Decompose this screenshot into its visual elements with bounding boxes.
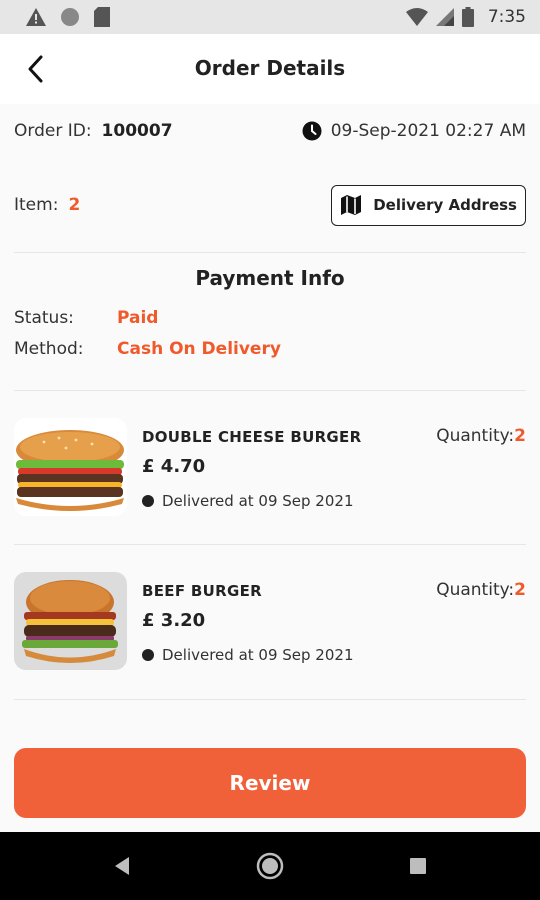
quantity-label: Quantity: xyxy=(436,426,515,446)
product-price: £ 3.20 xyxy=(142,610,206,631)
warning-icon xyxy=(26,8,46,26)
battery-icon xyxy=(461,7,474,27)
triangle-back-icon xyxy=(115,857,129,875)
quantity-label: Quantity: xyxy=(436,580,515,600)
quantity-value: 2 xyxy=(514,426,526,446)
status-time: 7:35 xyxy=(487,7,526,27)
wifi-icon xyxy=(405,8,428,26)
record-icon xyxy=(61,8,79,26)
delivery-status-text: Delivered at 09 Sep 2021 xyxy=(162,646,354,664)
product-name: BEEF BURGER xyxy=(142,582,262,600)
burger-image xyxy=(22,580,118,663)
divider xyxy=(14,390,526,391)
review-button[interactable]: Review xyxy=(14,748,526,818)
payment-method-label: Method: xyxy=(14,339,84,359)
items-row: Item: 2 Delivery Address xyxy=(14,184,526,226)
items-count: 2 xyxy=(68,195,81,215)
order-id-value: 100007 xyxy=(101,121,173,141)
order-id-label: Order ID: xyxy=(14,121,92,141)
status-icons-right: 7:35 xyxy=(405,7,526,27)
payment-method-value: Cash On Delivery xyxy=(117,339,281,359)
divider xyxy=(14,252,526,253)
system-nav-bar xyxy=(0,832,540,900)
product-image-double-cheese-burger xyxy=(14,418,127,516)
order-id-row: Order ID: 100007 09-Sep-2021 02:27 AM xyxy=(14,118,526,144)
payment-status-row: Status: Paid xyxy=(14,305,526,331)
status-dot-icon xyxy=(142,495,154,507)
map-icon xyxy=(341,195,362,215)
square-recent-icon xyxy=(410,858,426,874)
clock-icon xyxy=(302,121,322,141)
payment-status-label: Status: xyxy=(14,308,74,328)
payment-status-value: Paid xyxy=(117,308,159,328)
delivery-status-text: Delivered at 09 Sep 2021 xyxy=(162,492,354,510)
product-name: DOUBLE CHEESE BURGER xyxy=(142,428,362,446)
payment-info-title: Payment Info xyxy=(195,266,345,290)
status-dot-icon xyxy=(142,649,154,661)
status-bar: 7:35 xyxy=(0,0,540,34)
nav-home-button[interactable] xyxy=(256,852,284,880)
order-item[interactable]: BEEF BURGER Quantity:2 £ 3.20 Delivered … xyxy=(14,572,526,672)
product-quantity: Quantity:2 xyxy=(436,580,526,600)
circle-home-icon xyxy=(256,852,284,880)
items-label: Item: xyxy=(14,195,59,215)
review-footer: Review xyxy=(0,730,540,832)
product-price: £ 4.70 xyxy=(142,456,206,477)
status-icons-left xyxy=(26,7,110,27)
nav-back-button[interactable] xyxy=(108,852,136,880)
signal-icon xyxy=(435,8,454,26)
delivery-status: Delivered at 09 Sep 2021 xyxy=(142,492,353,510)
order-item[interactable]: DOUBLE CHEESE BURGER Quantity:2 £ 4.70 D… xyxy=(14,418,526,518)
sd-card-icon xyxy=(94,7,110,27)
divider xyxy=(14,699,526,700)
order-details-content: Order ID: 100007 09-Sep-2021 02:27 AM It… xyxy=(0,104,540,832)
app-bar: Order Details xyxy=(0,34,540,104)
payment-method-row: Method: Cash On Delivery xyxy=(14,336,526,362)
order-date: 09-Sep-2021 02:27 AM xyxy=(302,121,526,141)
order-date-text: 09-Sep-2021 02:27 AM xyxy=(330,121,526,141)
delivery-address-button[interactable]: Delivery Address xyxy=(331,184,526,226)
page-title: Order Details xyxy=(194,56,346,80)
delivery-address-label: Delivery Address xyxy=(373,196,517,214)
burger-image xyxy=(16,430,124,511)
product-quantity: Quantity:2 xyxy=(436,426,526,446)
product-image-beef-burger xyxy=(14,572,127,670)
quantity-value: 2 xyxy=(514,580,526,600)
nav-recent-button[interactable] xyxy=(404,852,432,880)
divider xyxy=(14,544,526,545)
delivery-status: Delivered at 09 Sep 2021 xyxy=(142,646,353,664)
